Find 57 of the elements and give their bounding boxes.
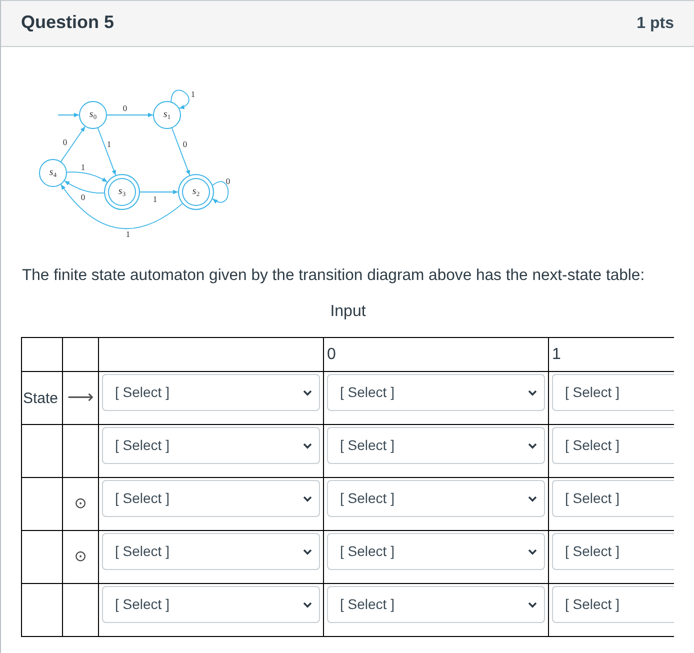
state-node: s$_{0}$ [79,101,107,129]
dropdown[interactable]: [ Select ] [552,374,674,411]
circled-dot-symbol: ⊙ [74,494,87,512]
state-node: s$_{4}$ [39,159,67,187]
dropdown[interactable]: [ Select ] [552,586,674,623]
question-title: Question 5 [21,12,114,34]
dropdown[interactable]: [ Select ] [102,374,320,411]
accepting-state-node: s$_{3}$ [104,174,140,210]
question-text: The finite state automaton given by the transition diagram above has the next-state table: [22,266,646,286]
circled-dot-symbol: ⊙ [74,547,87,565]
column-header: 0 [327,346,336,362]
transition-label: 1 [126,229,130,239]
dropdown[interactable]: [ Select ] [327,586,545,623]
column-header: 1 [552,346,561,362]
chevron-down-icon [303,496,312,502]
dropdown[interactable]: [ Select ] [102,427,320,464]
row-label: State [23,390,58,406]
transition-label: 1 [190,89,196,99]
chevron-down-icon [528,602,537,608]
curved-transition-arrow [66,172,108,182]
transition-label: 1 [80,162,86,172]
dropdown[interactable]: [ Select ] [552,533,674,570]
chevron-down-icon [303,390,312,396]
dropdown[interactable]: [ Select ] [327,374,545,411]
state-node: s$_{1}$ [153,101,181,129]
chevron-down-icon [528,496,537,502]
transition-label: 0 [182,139,188,149]
chevron-down-icon [303,442,312,448]
chevron-down-icon [528,548,537,554]
transition-arrow [171,128,190,176]
transition-label: 0 [62,137,68,147]
transition-arrow [106,112,154,118]
dropdown[interactable]: [ Select ] [552,427,674,464]
transition-arrow [140,190,178,194]
self-loop-arrow [170,90,190,110]
table-caption: Input [329,302,367,322]
dropdown[interactable]: [ Select ] [327,480,545,517]
transition-arrow [60,126,86,162]
long-arrow-symbol: ⟶ [67,386,94,408]
chevron-down-icon [303,602,312,608]
transition-label: 1 [152,194,158,204]
transition-label: 0 [80,192,86,202]
transition-label: 1 [106,139,112,149]
dropdown[interactable]: [ Select ] [102,480,320,517]
transition-label: 0 [122,103,128,113]
chevron-down-icon [528,390,537,396]
accepting-state-node: s$_{2}$ [178,174,214,210]
transition-label: 0 [226,176,230,186]
dropdown[interactable]: [ Select ] [102,586,320,623]
transition-arrow [97,128,116,176]
dropdown[interactable]: [ Select ] [552,480,674,517]
chevron-down-icon [303,548,312,554]
dropdown[interactable]: [ Select ] [327,427,545,464]
dropdown[interactable]: [ Select ] [327,533,545,570]
points-label: 1 pts [636,14,674,32]
dropdown[interactable]: [ Select ] [102,533,320,570]
chevron-down-icon [528,442,537,448]
